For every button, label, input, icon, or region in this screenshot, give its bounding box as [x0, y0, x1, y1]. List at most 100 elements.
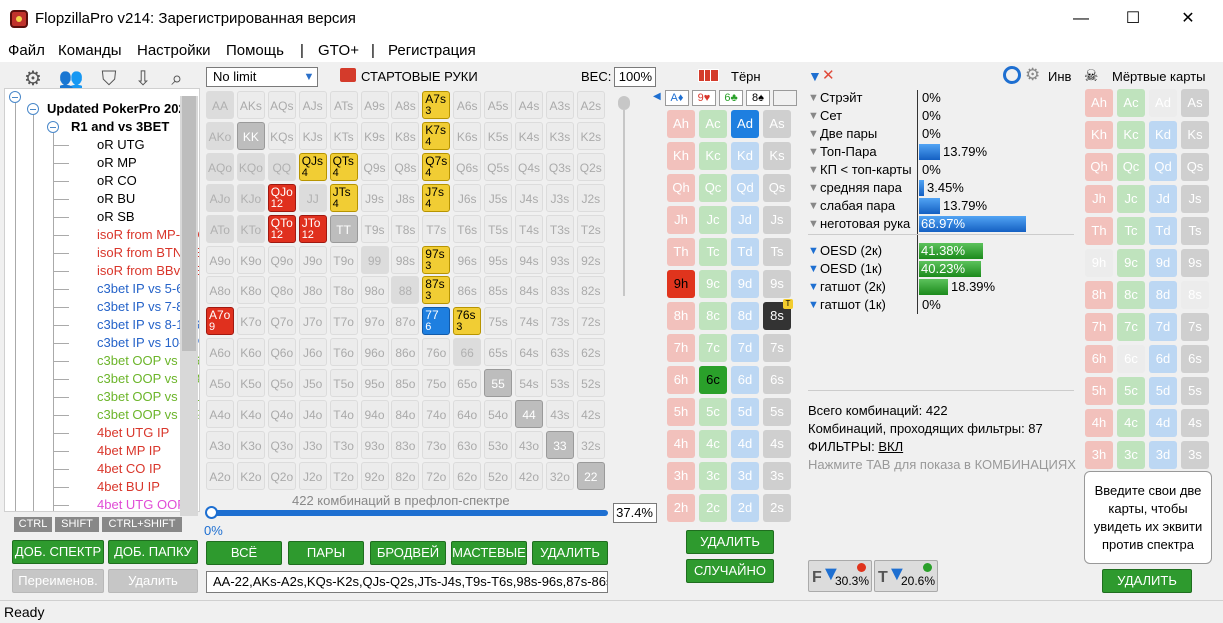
hand-cell[interactable]: Q5s	[484, 152, 513, 181]
card-Ts[interactable]: Ts	[763, 238, 791, 266]
hand-cell[interactable]: K8o	[236, 276, 265, 305]
hand-cell[interactable]: J7o	[298, 307, 327, 336]
menu-registration[interactable]: Регистрация	[388, 42, 476, 59]
hand-cell[interactable]: 93o	[360, 430, 389, 459]
random-button[interactable]: СЛУЧАЙНО	[686, 559, 774, 583]
card-5c[interactable]: 5c	[1117, 377, 1145, 405]
card-Tc[interactable]: Tc	[1117, 217, 1145, 245]
hand-cell[interactable]: K3s	[545, 121, 574, 150]
range-text-input[interactable]: AA-22,AKs-A2s,KQs-K2s,QJs-Q2s,JTs-J4s,T9…	[206, 571, 608, 593]
hand-cell[interactable]: A2s	[576, 91, 605, 119]
hand-cell[interactable]: 65o	[453, 369, 482, 398]
card-3s[interactable]: 3s	[763, 462, 791, 490]
card-4s[interactable]: 4s	[1181, 409, 1209, 437]
hand-cell[interactable]: 82o	[391, 461, 420, 490]
hand-cell[interactable]: 72s	[576, 307, 605, 336]
hand-cell[interactable]: Q3o	[267, 430, 296, 459]
hand-cell[interactable]: KJs	[298, 121, 327, 150]
card-As[interactable]: As	[1181, 89, 1209, 117]
hand-cell[interactable]: T4s	[515, 214, 543, 243]
hand-cell[interactable]: 85o	[391, 369, 420, 398]
hand-cell[interactable]: A2o	[206, 461, 234, 490]
filter-icon[interactable]: ▼	[808, 89, 819, 107]
hand-cell[interactable]: Q5o	[267, 369, 296, 398]
hand-cell[interactable]: KJo	[236, 183, 265, 212]
hand-cell[interactable]: 82s	[576, 276, 605, 305]
card-Qh[interactable]: Qh	[667, 174, 695, 202]
add-folder-button[interactable]: ДОБ. ПАПКУ	[108, 540, 198, 564]
hand-cell[interactable]: A7o 9	[206, 307, 234, 336]
hand-cell[interactable]: 97o	[360, 307, 389, 336]
filters-toggle[interactable]: ВКЛ	[878, 439, 903, 454]
close-button[interactable]: ✕	[1160, 0, 1216, 38]
hand-cell[interactable]: 83o	[391, 430, 420, 459]
hand-cell[interactable]: Q6s	[453, 152, 482, 181]
hand-cell[interactable]: 62s	[576, 338, 605, 367]
hand-cell[interactable]: 84o	[391, 400, 420, 428]
hand-cell[interactable]: 72o	[422, 461, 451, 490]
hand-cell[interactable]: K8s	[391, 121, 420, 150]
card-6h[interactable]: 6h	[1085, 345, 1113, 373]
hand-cell[interactable]: 98o	[360, 276, 389, 305]
hand-cell[interactable]: 52s	[576, 369, 605, 398]
hand-cell[interactable]: 87s 3	[422, 276, 451, 305]
card-3d[interactable]: 3d	[1149, 441, 1177, 469]
hand-cell[interactable]: 94s	[515, 245, 543, 274]
filter-icon[interactable]: ▼	[808, 278, 819, 296]
hand-cell[interactable]: QJo 12	[267, 183, 296, 212]
card-2d[interactable]: 2d	[731, 494, 759, 522]
card-5c[interactable]: 5c	[699, 398, 727, 426]
hand-cell[interactable]: T7s	[422, 214, 451, 243]
hand-cell[interactable]: J3o	[298, 430, 327, 459]
range-tree[interactable]: Updated PokerPro 2021 R1 and vs 3BET oR …	[4, 88, 200, 512]
board-card-4[interactable]: 8♠	[746, 90, 770, 106]
hand-cell[interactable]: A4o	[206, 400, 234, 428]
dead-delete-button[interactable]: УДАЛИТЬ	[1102, 569, 1192, 593]
card-Kh[interactable]: Kh	[1085, 121, 1113, 149]
hand-cell[interactable]: 86o	[391, 338, 420, 367]
card-Ts[interactable]: Ts	[1181, 217, 1209, 245]
card-8c[interactable]: 8c	[1117, 281, 1145, 309]
hand-cell[interactable]: 85s	[484, 276, 513, 305]
hand-cell[interactable]: K9o	[236, 245, 265, 274]
card-Qd[interactable]: Qd	[731, 174, 759, 202]
card-Ad[interactable]: Ad	[731, 110, 759, 138]
hand-cell[interactable]: Q8s	[391, 152, 420, 181]
card-3h[interactable]: 3h	[667, 462, 695, 490]
card-Js[interactable]: Js	[763, 206, 791, 234]
hand-cell[interactable]: J8o	[298, 276, 327, 305]
hand-cell[interactable]: K7s 4	[422, 121, 451, 150]
card-5d[interactable]: 5d	[1149, 377, 1177, 405]
hand-cell[interactable]: 54o	[484, 400, 513, 428]
delete-range-button[interactable]: Удалить	[108, 569, 198, 593]
menu-commands[interactable]: Команды	[58, 42, 122, 59]
hand-cell[interactable]: AQs	[267, 91, 296, 119]
filter-icon[interactable]: ▼	[808, 197, 819, 215]
card-6c[interactable]: 6c	[699, 366, 727, 394]
hand-cell[interactable]: A5o	[206, 369, 234, 398]
card-8h[interactable]: 8h	[1085, 281, 1113, 309]
hand-cell[interactable]: A8s	[391, 91, 420, 119]
hand-cell[interactable]: 76s 3	[453, 307, 482, 336]
card-4s[interactable]: 4s	[763, 430, 791, 458]
hand-cell[interactable]: J9o	[298, 245, 327, 274]
hand-cell[interactable]: 86s	[453, 276, 482, 305]
card-4c[interactable]: 4c	[1117, 409, 1145, 437]
tree-item[interactable]: 4bet UTG IP	[97, 425, 169, 441]
card-3h[interactable]: 3h	[1085, 441, 1113, 469]
hand-cell[interactable]: AQo	[206, 152, 234, 181]
hand-cell[interactable]: 95s	[484, 245, 513, 274]
hand-cell[interactable]: T5o	[329, 369, 358, 398]
tree-group[interactable]: R1 and vs 3BET	[71, 119, 169, 135]
hand-cell[interactable]: 74o	[422, 400, 451, 428]
board-card-3[interactable]: 6♣	[719, 90, 743, 106]
tree-item[interactable]: oR MP	[97, 155, 137, 171]
card-7s[interactable]: 7s	[1181, 313, 1209, 341]
hand-cell[interactable]: 75s	[484, 307, 513, 336]
hand-cell[interactable]: T8o	[329, 276, 358, 305]
hand-cell[interactable]: A9o	[206, 245, 234, 274]
hand-cell[interactable]: Q7s 4	[422, 152, 451, 181]
card-4d[interactable]: 4d	[1149, 409, 1177, 437]
hand-cell[interactable]: JJ	[298, 183, 327, 212]
card-Ac[interactable]: Ac	[699, 110, 727, 138]
